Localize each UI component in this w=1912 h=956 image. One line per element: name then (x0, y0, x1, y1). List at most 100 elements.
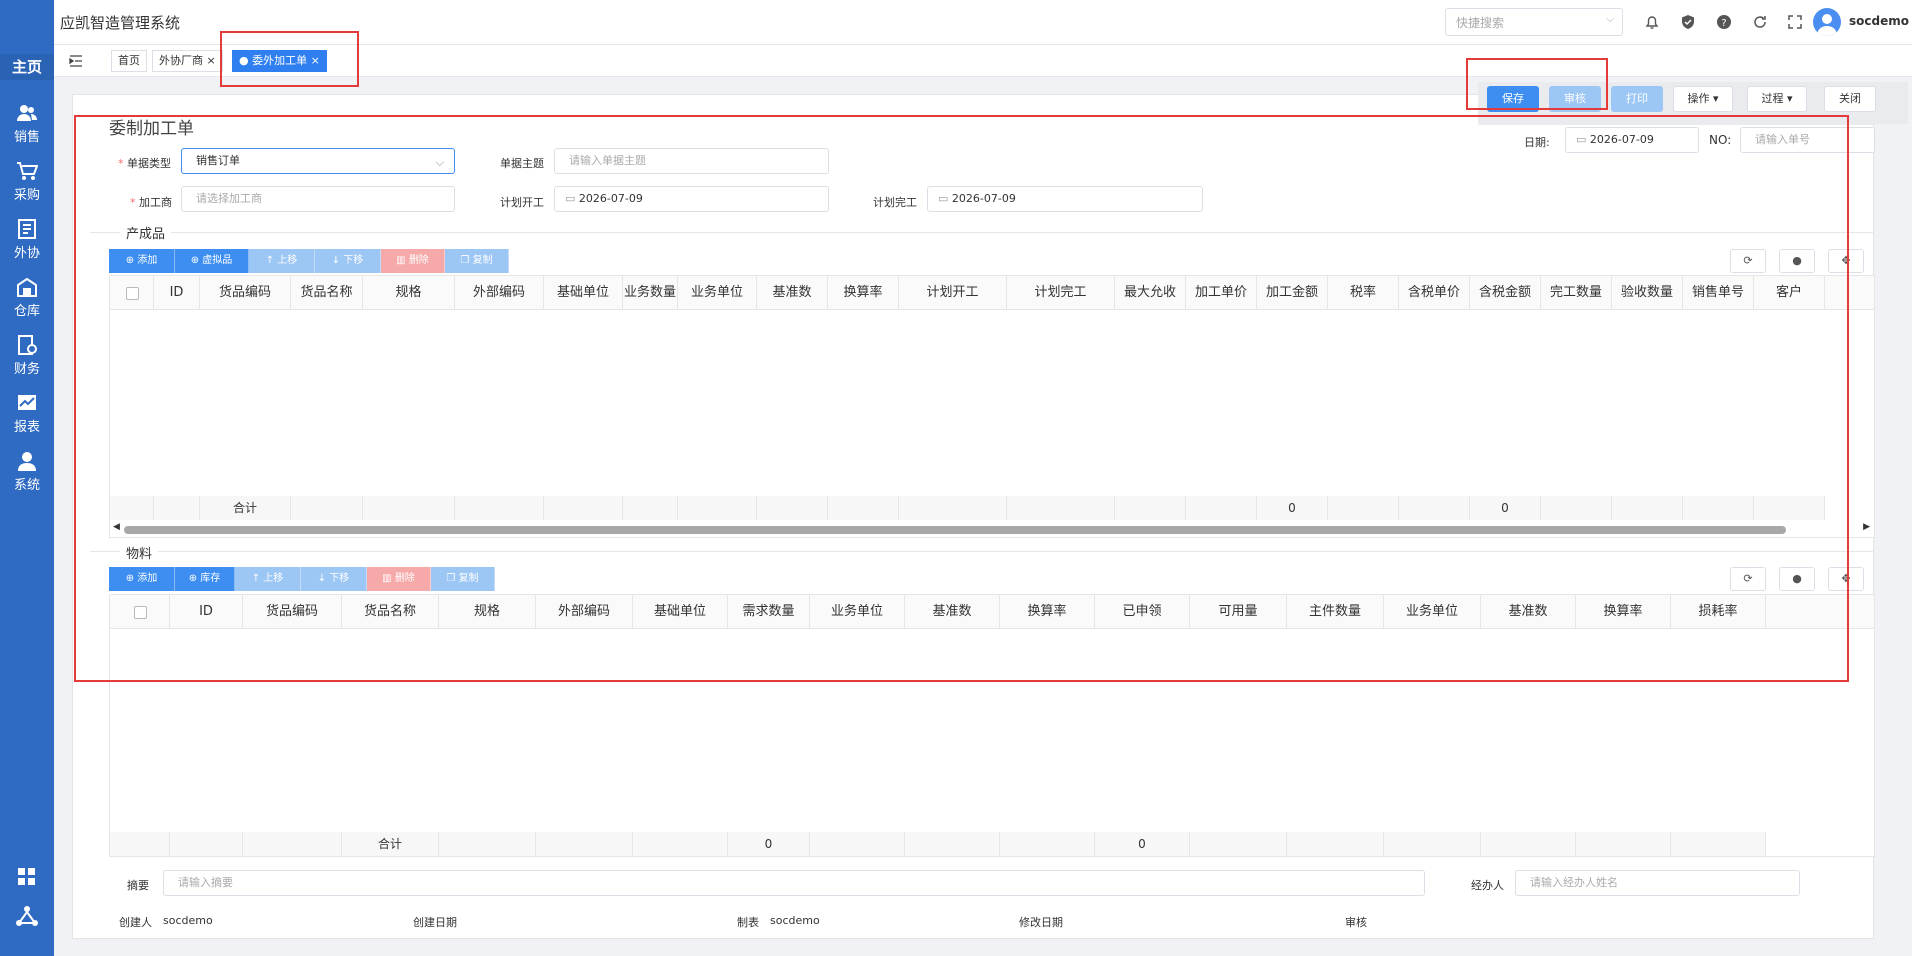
column-header[interactable]: 含税金额 (1470, 276, 1541, 310)
column-header[interactable]: 销售单号 (1683, 276, 1754, 310)
refresh-icon[interactable] (1752, 14, 1768, 30)
add-material-button[interactable]: ⊕ 添加 (109, 567, 175, 591)
add-product-button[interactable]: ⊕ 添加 (109, 249, 175, 273)
help-icon[interactable]: ? (1716, 14, 1732, 30)
process-dropdown[interactable]: 过程 ▾ (1747, 86, 1807, 112)
column-header[interactable]: 换算率 (1000, 595, 1095, 629)
column-header[interactable]: 计划完工 (1007, 276, 1115, 310)
column-header[interactable]: 基准数 (1481, 595, 1576, 629)
bell-icon[interactable] (1644, 14, 1660, 30)
column-header[interactable]: 计划开工 (899, 276, 1007, 310)
network-icon[interactable] (15, 904, 39, 928)
column-header[interactable]: 业务单位 (1384, 595, 1481, 629)
column-header[interactable]: 基础单位 (544, 276, 623, 310)
column-header[interactable]: 货品名称 (342, 595, 439, 629)
column-header[interactable]: 货品名称 (291, 276, 363, 310)
delete-button[interactable]: ▥ 删除 (367, 567, 431, 591)
column-header[interactable]: 含税单价 (1399, 276, 1470, 310)
scroll-right-icon[interactable]: ▶ (1863, 522, 1870, 532)
column-header[interactable]: 损耗率 (1671, 595, 1766, 629)
avatar[interactable] (1813, 8, 1841, 36)
refresh-icon[interactable]: ⟳ (1730, 567, 1766, 591)
operation-dropdown[interactable]: 操作 ▾ (1673, 86, 1733, 112)
save-button[interactable]: 保存 (1487, 86, 1539, 112)
menu-collapse-icon[interactable] (69, 54, 83, 68)
column-header[interactable]: 基础单位 (633, 595, 728, 629)
info-icon[interactable]: ● (1779, 249, 1815, 273)
subject-input[interactable]: 请输入单据主题 (554, 148, 829, 174)
sidebar-item-sales[interactable]: 销售 (0, 98, 54, 154)
column-header[interactable]: 换算率 (828, 276, 899, 310)
move-down-button[interactable]: ↓ 下移 (301, 567, 367, 591)
column-header[interactable]: ID (154, 276, 200, 310)
plan-start-input[interactable]: ▭ 2026-07-09 (554, 186, 829, 212)
quick-search-input[interactable]: 快捷搜索 ⌵ (1445, 8, 1623, 36)
stock-button[interactable]: ⊕ 库存 (175, 567, 235, 591)
info-icon[interactable]: ● (1779, 567, 1815, 591)
print-button[interactable]: 打印 (1611, 86, 1663, 112)
column-header[interactable]: 客户 (1754, 276, 1825, 310)
column-header[interactable]: 基准数 (905, 595, 1000, 629)
settings-icon[interactable]: ✥ (1828, 249, 1864, 273)
sidebar-home[interactable]: 主页 (0, 54, 54, 80)
doc-type-select[interactable]: 销售订单 ⌵ (181, 148, 455, 174)
column-header[interactable]: 外部编码 (536, 595, 633, 629)
column-header[interactable]: 业务单位 (810, 595, 905, 629)
column-header[interactable]: 换算率 (1576, 595, 1671, 629)
select-all-checkbox[interactable] (125, 287, 139, 300)
fullscreen-icon[interactable] (1787, 14, 1803, 30)
close-button[interactable]: 关闭 (1824, 86, 1876, 112)
move-down-button[interactable]: ↓ 下移 (315, 249, 381, 273)
shield-icon[interactable] (1680, 14, 1696, 30)
column-header[interactable]: 完工数量 (1541, 276, 1612, 310)
refresh-icon[interactable]: ⟳ (1730, 249, 1766, 273)
column-header[interactable]: ID (170, 595, 243, 629)
column-header[interactable]: 可用量 (1190, 595, 1287, 629)
column-header[interactable]: 货品编码 (200, 276, 291, 310)
virtual-product-button[interactable]: ⊕ 虚拟品 (175, 249, 249, 273)
column-header[interactable]: 主件数量 (1287, 595, 1384, 629)
summary-input[interactable]: 请输入摘要 (163, 870, 1425, 896)
close-icon[interactable]: × (311, 54, 320, 67)
column-header[interactable]: 加工单价 (1186, 276, 1257, 310)
sidebar-item-warehouse[interactable]: 仓库 (0, 272, 54, 328)
column-header[interactable]: 业务单位 (678, 276, 757, 310)
move-up-button[interactable]: ↑ 上移 (235, 567, 301, 591)
column-header[interactable]: 基准数 (757, 276, 828, 310)
tab-outsource-vendor[interactable]: 外协厂商 × (152, 50, 223, 72)
column-header[interactable]: 需求数量 (728, 595, 810, 629)
move-up-button[interactable]: ↑ 上移 (249, 249, 315, 273)
sidebar-item-purchase[interactable]: 采购 (0, 156, 54, 212)
column-header[interactable]: 最大允收 (1115, 276, 1186, 310)
column-header[interactable]: 业务数量 (623, 276, 678, 310)
column-header[interactable]: 外部编码 (455, 276, 544, 310)
sidebar-item-system[interactable]: 系统 (0, 446, 54, 502)
no-input[interactable]: 请输入单号 (1740, 127, 1875, 153)
column-header[interactable]: 已申领 (1095, 595, 1190, 629)
processor-select[interactable]: 请选择加工商 (181, 186, 455, 212)
delete-button[interactable]: ▥ 删除 (381, 249, 445, 273)
copy-button[interactable]: ❐ 复制 (431, 567, 495, 591)
sidebar-item-finance[interactable]: 财务 (0, 330, 54, 386)
sidebar-item-report[interactable]: 报表 (0, 388, 54, 444)
column-header[interactable]: 货品编码 (243, 595, 342, 629)
horizontal-scrollbar[interactable] (124, 526, 1786, 534)
scroll-left-icon[interactable]: ◀ (113, 522, 120, 532)
copy-button[interactable]: ❐ 复制 (445, 249, 509, 273)
date-input[interactable]: ▭ 2026-07-09 (1565, 127, 1699, 153)
sidebar-item-outsource[interactable]: 外协 (0, 214, 54, 270)
column-header[interactable]: 规格 (363, 276, 455, 310)
tab-outsource-order[interactable]: ● 委外加工单 × (232, 50, 327, 72)
tab-home[interactable]: 首页 (111, 50, 147, 72)
handler-input[interactable]: 请输入经办人姓名 (1515, 870, 1800, 896)
column-header[interactable]: 规格 (439, 595, 536, 629)
audit-button[interactable]: 审核 (1549, 86, 1601, 112)
column-header[interactable]: 验收数量 (1612, 276, 1683, 310)
username[interactable]: socdemo (1849, 14, 1909, 28)
column-header[interactable]: 税率 (1328, 276, 1399, 310)
column-header[interactable]: 加工金额 (1257, 276, 1328, 310)
grid-apps-icon[interactable] (17, 867, 37, 887)
settings-icon[interactable]: ✥ (1828, 567, 1864, 591)
close-icon[interactable]: × (207, 54, 216, 67)
plan-end-input[interactable]: ▭ 2026-07-09 (927, 186, 1203, 212)
